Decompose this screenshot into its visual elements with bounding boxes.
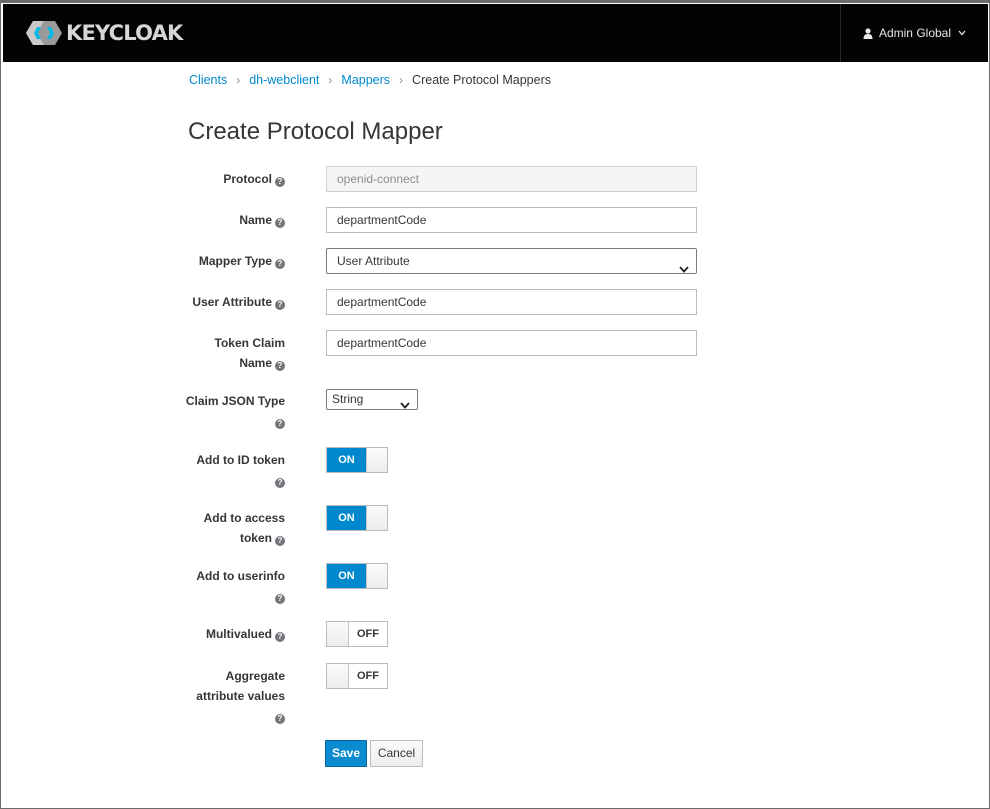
multivalued-toggle[interactable]: OFF bbox=[326, 621, 388, 647]
breadcrumb-current: Create Protocol Mappers bbox=[412, 73, 551, 87]
add-to-access-token-label: Add to access token? bbox=[203, 511, 285, 546]
help-icon[interactable]: ? bbox=[275, 177, 285, 187]
claim-json-type-select[interactable]: String bbox=[326, 389, 418, 410]
logo-text: KEYCLOAK bbox=[66, 21, 183, 45]
toggle-state: OFF bbox=[349, 622, 387, 646]
mapper-type-value: User Attribute bbox=[337, 254, 410, 268]
user-attribute-input[interactable]: departmentCode bbox=[326, 289, 697, 315]
breadcrumb-separator-icon: › bbox=[399, 73, 404, 87]
breadcrumb-clients[interactable]: Clients bbox=[189, 73, 227, 87]
user-menu-dropdown[interactable]: Admin Global bbox=[840, 4, 988, 62]
add-to-id-token-label: Add to ID token ? bbox=[196, 453, 285, 488]
app-window bbox=[0, 0, 990, 809]
toggle-state: ON bbox=[327, 448, 366, 472]
help-icon[interactable]: ? bbox=[275, 478, 285, 488]
protocol-field: openid-connect bbox=[326, 166, 697, 192]
user-name: Admin Global bbox=[878, 26, 952, 40]
claim-json-type-label: Claim JSON Type ? bbox=[185, 394, 285, 429]
add-to-userinfo-label: Add to userinfo ? bbox=[196, 569, 285, 604]
aggregate-attribute-values-toggle[interactable]: OFF bbox=[326, 663, 388, 689]
help-icon[interactable]: ? bbox=[275, 361, 285, 371]
top-navbar: KEYCLOAK Admin Global bbox=[3, 4, 988, 62]
breadcrumb-mappers[interactable]: Mappers bbox=[341, 73, 390, 87]
toggle-knob bbox=[327, 664, 349, 688]
help-icon[interactable]: ? bbox=[275, 218, 285, 228]
token-claim-name-label: Token Claim Name? bbox=[214, 336, 285, 371]
add-to-access-token-toggle[interactable]: ON bbox=[326, 505, 388, 531]
chevron-down-icon bbox=[400, 396, 410, 415]
breadcrumb-dh-webclient[interactable]: dh-webclient bbox=[249, 73, 319, 87]
name-label: Name? bbox=[239, 210, 285, 230]
help-icon[interactable]: ? bbox=[275, 632, 285, 642]
mapper-type-label: Mapper Type? bbox=[199, 251, 285, 271]
toggle-state: ON bbox=[327, 564, 366, 588]
protocol-label: Protocol? bbox=[223, 169, 285, 189]
toggle-knob bbox=[366, 564, 387, 588]
mapper-type-select[interactable]: User Attribute bbox=[326, 248, 697, 274]
name-input[interactable]: departmentCode bbox=[326, 207, 697, 233]
aggregate-attribute-values-label: Aggregate attribute values ? bbox=[196, 669, 285, 724]
add-to-id-token-toggle[interactable]: ON bbox=[326, 447, 388, 473]
chevron-down-icon bbox=[679, 257, 689, 281]
cancel-button[interactable]: Cancel bbox=[370, 740, 423, 767]
help-icon[interactable]: ? bbox=[275, 714, 285, 724]
keycloak-logo-icon bbox=[26, 21, 62, 45]
page-title: Create Protocol Mapper bbox=[188, 118, 443, 145]
help-icon[interactable]: ? bbox=[275, 536, 285, 546]
multivalued-label: Multivalued? bbox=[206, 624, 285, 644]
toggle-knob bbox=[366, 448, 387, 472]
breadcrumb: Clients › dh-webclient › Mappers › Creat… bbox=[189, 73, 551, 87]
keycloak-logo[interactable]: KEYCLOAK bbox=[24, 20, 183, 46]
user-attribute-label: User Attribute? bbox=[192, 292, 285, 312]
toggle-knob bbox=[366, 506, 387, 530]
breadcrumb-separator-icon: › bbox=[328, 73, 333, 87]
breadcrumb-separator-icon: › bbox=[236, 73, 241, 87]
add-to-userinfo-toggle[interactable]: ON bbox=[326, 563, 388, 589]
help-icon[interactable]: ? bbox=[275, 594, 285, 604]
help-icon[interactable]: ? bbox=[275, 300, 285, 310]
claim-json-type-value: String bbox=[332, 392, 364, 406]
help-icon[interactable]: ? bbox=[275, 419, 285, 429]
toggle-state: OFF bbox=[349, 664, 387, 688]
save-button[interactable]: Save bbox=[325, 740, 367, 767]
help-icon[interactable]: ? bbox=[275, 259, 285, 269]
toggle-state: ON bbox=[327, 506, 366, 530]
chevron-down-icon bbox=[958, 30, 966, 36]
user-icon bbox=[863, 27, 873, 39]
token-claim-name-input[interactable]: departmentCode bbox=[326, 330, 697, 356]
toggle-knob bbox=[327, 622, 349, 646]
